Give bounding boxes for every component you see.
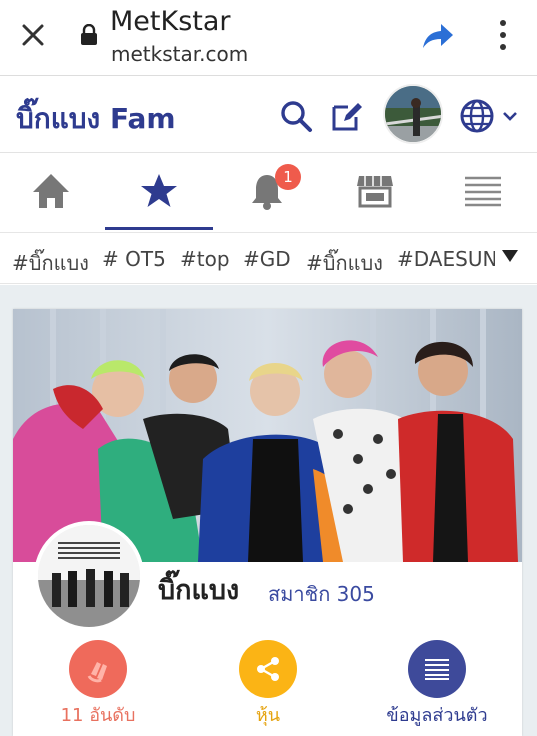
store-icon [357, 176, 393, 208]
nav-menu[interactable] [458, 168, 508, 214]
share-icon [257, 657, 279, 681]
profile-info-button[interactable] [408, 640, 466, 698]
page-title: MetKstar [110, 6, 231, 37]
notification-badge: 1 [275, 164, 301, 190]
share-button[interactable] [239, 640, 297, 698]
share-arrow-icon[interactable] [421, 22, 455, 50]
heart-hands-icon [87, 662, 107, 683]
app-header: บิ๊กแบง Fam [0, 77, 537, 153]
ranking-button[interactable] [69, 640, 127, 698]
home-icon [33, 174, 69, 208]
hashtag[interactable]: #top [180, 247, 230, 271]
search-icon[interactable] [279, 99, 313, 133]
share-label[interactable]: หุ้น [230, 700, 306, 729]
more-menu-icon[interactable] [495, 18, 511, 52]
close-icon[interactable] [18, 20, 48, 50]
main-nav [0, 154, 537, 232]
brand-title[interactable]: บิ๊กแบง Fam [16, 97, 176, 141]
hashtag[interactable]: #DAESUNG [397, 247, 495, 271]
nav-store[interactable] [350, 168, 400, 214]
avatar[interactable] [383, 84, 443, 144]
list-icon [425, 659, 449, 680]
hashtag[interactable]: #บิ๊กแบง [12, 247, 89, 279]
group-avatar[interactable] [34, 521, 144, 631]
active-tab-indicator [105, 227, 213, 230]
page-url: metkstar.com [111, 42, 249, 66]
member-count[interactable]: สมาชิก 305 [268, 578, 375, 610]
menu-lines-icon [465, 176, 501, 207]
language-globe-icon[interactable] [459, 99, 519, 133]
hashtag-bar: #บิ๊กแบง # OT5 #top #GD #บิ๊กแบง #DAESUN… [0, 232, 537, 284]
hashtag[interactable]: #บิ๊กแบง [306, 247, 383, 279]
browser-bar: MetKstar metkstar.com [0, 0, 537, 76]
hashtag[interactable]: # OT5 [102, 247, 166, 271]
hashtag[interactable]: #GD [243, 247, 291, 271]
ranking-label[interactable]: 11 อันดับ [44, 700, 152, 729]
group-name: บิ๊กแบง [158, 575, 240, 606]
nav-home[interactable] [26, 168, 76, 214]
nav-favorites[interactable] [134, 168, 184, 214]
lock-icon [81, 24, 97, 45]
profile-info-label[interactable]: ข้อมูลส่วนตัว [372, 700, 502, 729]
star-icon [141, 174, 177, 207]
edit-icon[interactable] [330, 99, 364, 133]
dropdown-triangle-icon[interactable] [500, 246, 520, 266]
